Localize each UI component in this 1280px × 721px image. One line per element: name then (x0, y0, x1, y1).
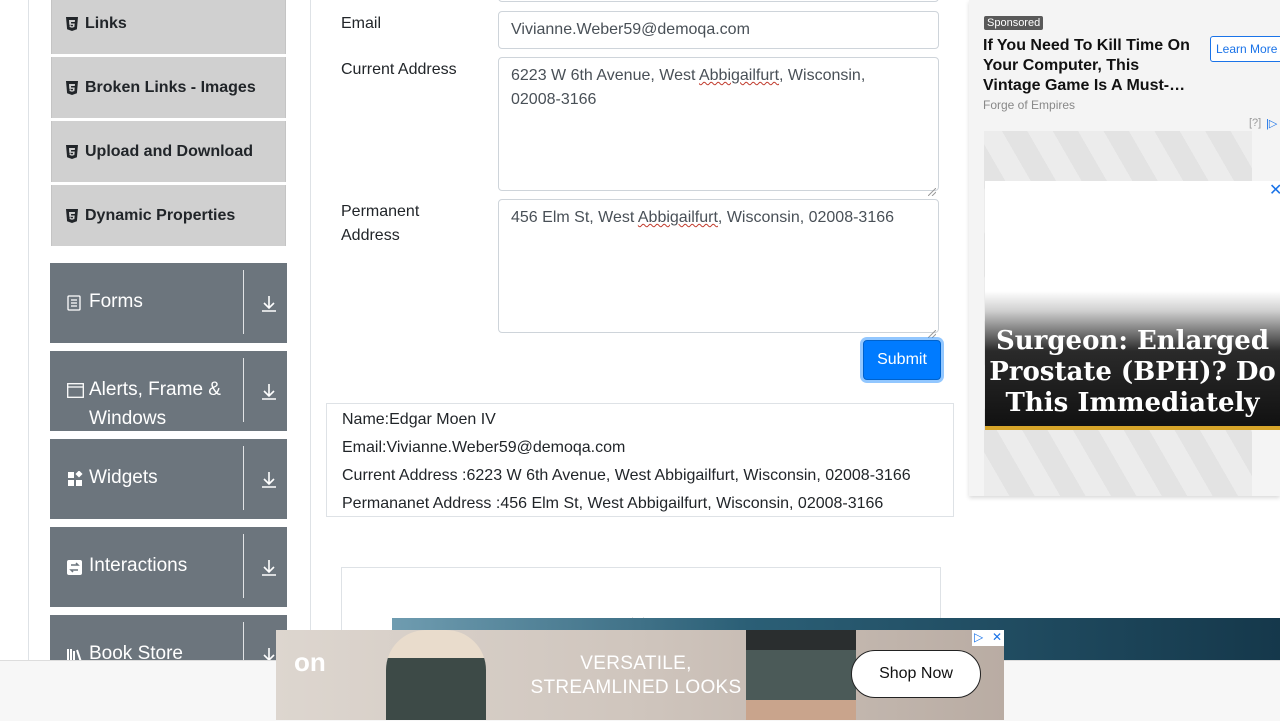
download-icon[interactable] (261, 647, 277, 660)
widgets-icon (67, 470, 83, 487)
html5-icon (65, 80, 79, 95)
resize-handle-icon[interactable] (927, 322, 937, 339)
sidebar-item-links[interactable]: Links (51, 0, 286, 54)
sidebar-group-forms[interactable]: Forms (50, 263, 287, 343)
permanent-address-text: , Wisconsin, 02008-3166 (717, 209, 895, 226)
sidebar-item-label: Broken Links - Images (85, 78, 256, 96)
spellcheck-word: Abbigailfurt (698, 67, 780, 84)
book-icon (67, 647, 83, 660)
banner-ad-text: VERSATILE, STREAMLINED LOOKS (486, 652, 786, 700)
email-field[interactable]: Vivianne.Weber59@demoqa.com (498, 11, 939, 49)
email-label: Email (341, 15, 382, 32)
divider (243, 534, 244, 598)
current-address-field[interactable]: 6223 W 6th Avenue, West Abbigailfurt, Wi… (498, 57, 939, 197)
sidebar-border-left (28, 0, 29, 660)
native-ad-source[interactable]: Forge of Empires (983, 98, 1075, 112)
learn-more-button[interactable]: Learn More (1210, 36, 1280, 62)
banner-ad[interactable]: on VERSATILE, STREAMLINED LOOKS Shop Now… (276, 630, 1004, 720)
divider (243, 622, 244, 660)
html5-icon (65, 16, 79, 31)
banner-line: VERSATILE, (580, 653, 692, 674)
sidebar-item-dynamic-properties[interactable]: Dynamic Properties (51, 185, 286, 246)
output-name: Name:Edgar Moen IV (342, 411, 496, 428)
download-icon[interactable] (261, 295, 277, 313)
adchoices-icon[interactable]: |▷ (1266, 117, 1277, 130)
html5-icon (65, 208, 79, 223)
divider (243, 446, 244, 510)
sidebar-item-label: Links (85, 14, 127, 32)
output-email: Email:Vivianne.Weber59@demoqa.com (342, 439, 626, 456)
html5-icon (65, 144, 79, 159)
sidebar-group-interactions[interactable]: Interactions (50, 527, 287, 607)
permanent-address-label: Permanent (341, 203, 420, 220)
sidebar-group-widgets[interactable]: Widgets (50, 439, 287, 519)
current-address-label: Current Address (341, 61, 457, 78)
window-icon (67, 382, 84, 398)
output-current-address: Current Address :6223 W 6th Avenue, West… (342, 467, 911, 484)
sidebar-item-upload-download[interactable]: Upload and Download (51, 121, 286, 182)
sidebar-group-label: Book Store (89, 643, 183, 660)
adchoices-icon[interactable]: ▷ (974, 630, 983, 646)
ad-info-link[interactable]: [?] (1249, 117, 1261, 129)
permanent-address-text: 456 Elm St, West (511, 209, 638, 226)
sidebar-item-broken-links[interactable]: Broken Links - Images (51, 57, 286, 118)
sidebar-item-label: Dynamic Properties (85, 206, 236, 224)
current-address-text: , Wisconsin, (779, 67, 866, 84)
permanent-address-label-line2: Address (341, 227, 400, 244)
full-name-field[interactable] (498, 0, 939, 2)
download-icon[interactable] (261, 559, 277, 577)
native-ad-title[interactable]: If You Need To Kill Time On Your Compute… (983, 36, 1198, 96)
sidebar-group-label: Forms (89, 291, 143, 312)
divider (243, 270, 244, 334)
download-icon[interactable] (261, 471, 277, 489)
output-panel: Name:Edgar Moen IV Email:Vivianne.Weber5… (326, 403, 954, 517)
sidebar-group-alerts[interactable]: Alerts, Frame & Windows (50, 351, 287, 431)
brand-logo: on (294, 647, 326, 677)
ad-close-controls[interactable]: ▷ ✕ (972, 630, 1004, 646)
sidebar-group-label-line2: Windows (89, 408, 167, 429)
current-address-text: 6223 W 6th Avenue, West (511, 67, 699, 84)
sidebar-item-label: Upload and Download (85, 142, 253, 160)
output-permanent-address: Permananet Address :456 Elm St, West Abb… (342, 495, 884, 512)
display-ad-headline[interactable]: Surgeon: Enlarged Prostate (BPH)? Do Thi… (985, 326, 1280, 419)
sidebar-group-label: Alerts, Frame & (89, 379, 221, 400)
sidebar-group-label: Widgets (89, 467, 158, 488)
sidebar-group-label: Interactions (89, 555, 188, 576)
download-icon[interactable] (261, 383, 277, 401)
close-icon[interactable]: ✕ (1269, 180, 1280, 200)
spellcheck-word: Abbigailfurt (637, 209, 718, 226)
banner-line: STREAMLINED LOOKS (530, 677, 742, 698)
shop-now-button[interactable]: Shop Now (851, 650, 981, 698)
sidebar-group-book-store[interactable]: Book Store (50, 615, 287, 660)
close-icon[interactable]: ✕ (992, 630, 1002, 646)
ad-model-image (386, 630, 486, 720)
resize-handle-icon[interactable] (927, 180, 937, 197)
permanent-address-field[interactable]: 456 Elm St, West Abbigailfurt, Wisconsin… (498, 199, 939, 339)
current-address-text: 02008-3166 (511, 91, 597, 108)
divider (243, 358, 244, 422)
sidebar-border-right (310, 0, 311, 660)
interactions-icon (67, 559, 83, 575)
form-icon (67, 295, 83, 311)
submit-button[interactable]: Submit (863, 340, 941, 380)
sponsored-badge: Sponsored (984, 16, 1044, 30)
